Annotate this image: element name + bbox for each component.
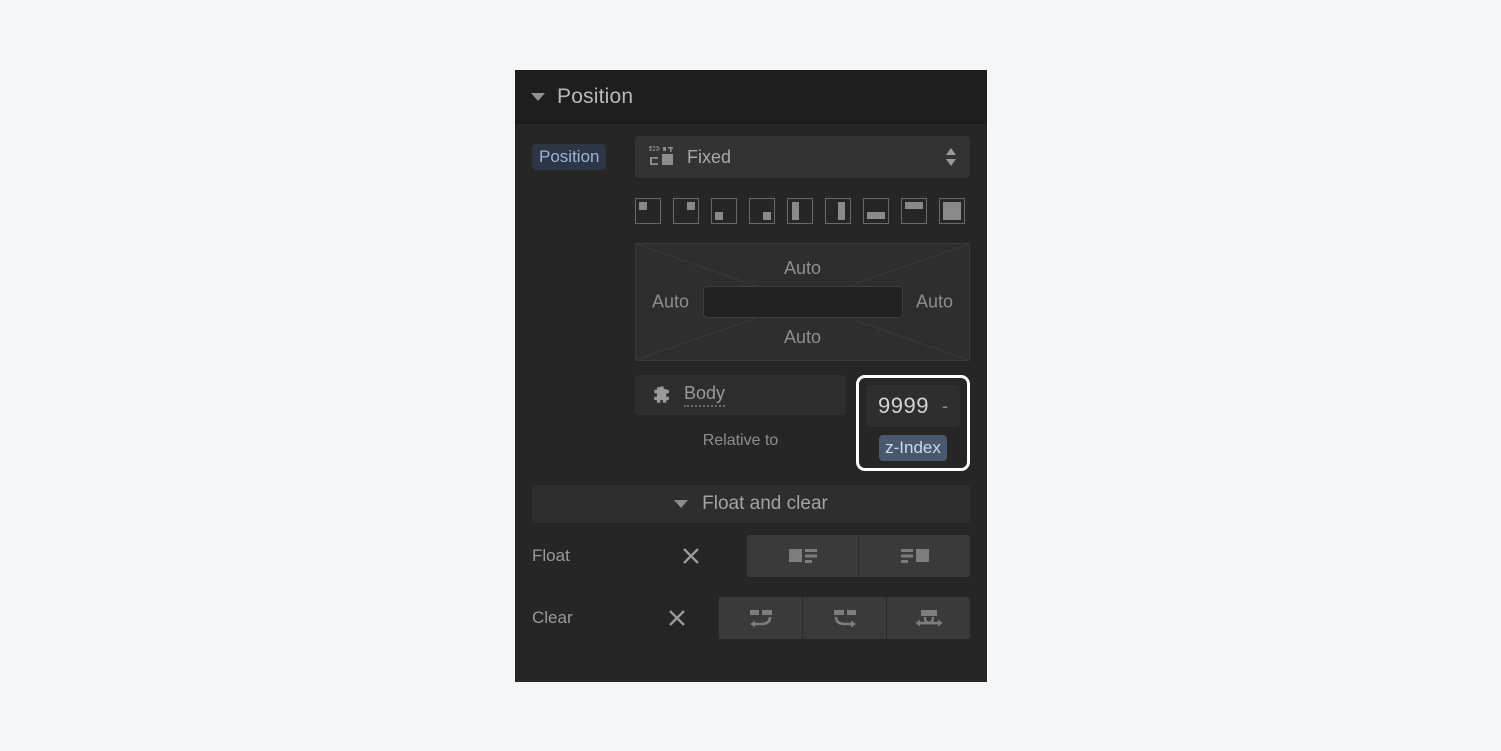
float-label-wrap: Float [532,546,635,566]
position-section-header[interactable]: Position [515,70,987,124]
square-dot-top-left-icon[interactable] [635,198,661,224]
bar-bottom-icon[interactable] [863,198,889,224]
offset-center-input[interactable] [702,286,903,318]
clear-left-icon [746,608,776,628]
position-layout-icon [649,146,675,168]
x-icon [667,608,687,628]
relative-and-zindex-row: Body Relative to 9999 - z-Index [515,375,987,471]
clear-right-button[interactable] [803,596,887,639]
float-and-clear-title: Float and clear [702,492,828,514]
clear-both-button[interactable] [887,596,970,639]
position-select[interactable]: Fixed [635,136,970,178]
clear-label: Clear [532,607,573,627]
offset-left-value[interactable]: Auto [652,292,689,313]
square-dot-top-right-icon[interactable] [673,198,699,224]
clear-label-wrap: Clear [532,608,635,628]
bar-right-icon[interactable] [825,198,851,224]
clear-left-button[interactable] [719,596,803,639]
position-presets-row [515,190,987,232]
stepper-updown-icon[interactable] [944,144,958,170]
position-row: Position Fixed [515,124,987,190]
float-none-button[interactable] [635,534,747,577]
x-icon [681,546,701,566]
offset-bottom-value[interactable]: Auto [636,327,969,348]
bar-left-icon[interactable] [787,198,813,224]
zindex-label-wrap: z-Index [866,435,960,461]
relative-to-caption: Relative to [702,432,779,449]
float-right-icon [900,546,930,566]
zindex-label: z-Index [879,435,947,461]
float-right-button[interactable] [859,534,970,577]
clear-right-icon [830,608,860,628]
float-segmented-control [635,534,970,577]
offset-box: Auto Auto Auto Auto [635,243,970,361]
float-left-button[interactable] [747,534,859,577]
square-dot-bottom-right-icon[interactable] [749,198,775,224]
square-dot-bottom-left-icon[interactable] [711,198,737,224]
zindex-input[interactable]: 9999 - [866,385,960,427]
position-label-wrap: Position [532,144,635,170]
clear-segmented-control [635,596,970,639]
position-properties-panel: Position Position Fixed Auto Auto Auto A… [515,70,987,682]
clear-both-icon [914,608,944,628]
float-left-icon [788,546,818,566]
zindex-group: 9999 - z-Index [856,375,970,471]
zindex-separator: - [942,395,948,416]
move-target-icon [652,385,672,405]
clear-row: Clear [515,587,987,649]
offset-right-value[interactable]: Auto [916,292,953,313]
float-and-clear-wrap: Float and clear [515,484,987,523]
relative-to-value: Body [684,383,726,407]
float-row: Float [515,525,987,587]
position-value: Fixed [687,146,732,167]
caret-down-icon [674,499,689,508]
clear-none-button[interactable] [635,596,719,639]
relative-to-column: Body Relative to [635,375,846,450]
page-title: Position [557,84,634,108]
position-presets [635,198,965,224]
caret-down-icon [531,92,545,101]
offset-top-value[interactable]: Auto [636,258,969,279]
bar-top-icon[interactable] [901,198,927,224]
position-label: Position [532,144,607,170]
float-and-clear-toggle[interactable]: Float and clear [532,484,970,523]
offset-box-wrap: Auto Auto Auto Auto [515,243,987,361]
fill-square-icon[interactable] [939,198,965,224]
zindex-value: 9999 [878,393,929,418]
float-label: Float [532,545,570,565]
relative-to-field[interactable]: Body [635,375,846,415]
